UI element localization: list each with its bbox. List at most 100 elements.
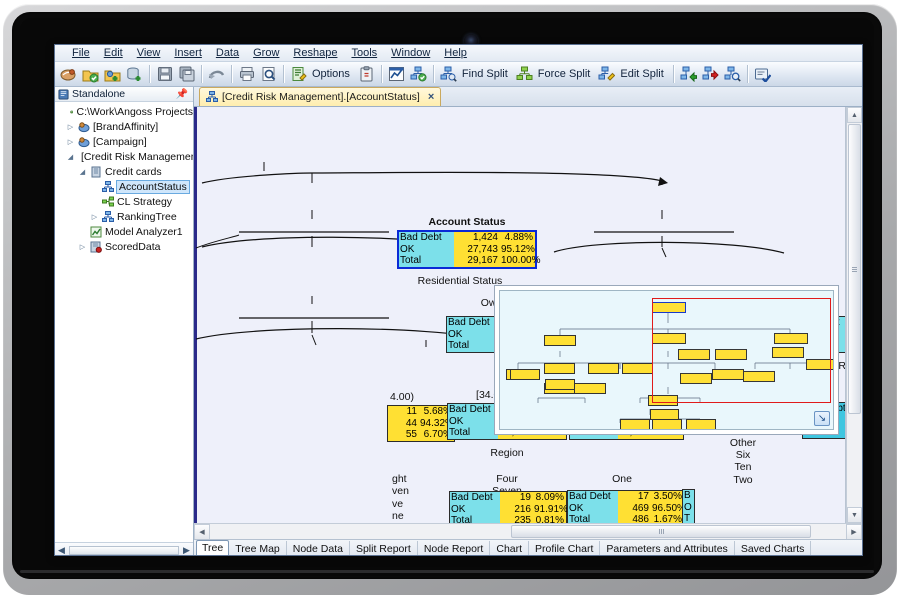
node-row-count: 17 — [618, 491, 652, 503]
tab-split-report[interactable]: Split Report — [350, 541, 418, 557]
menu-reshape-label: Reshape — [293, 47, 337, 59]
twisty-icon[interactable]: ▷ — [66, 138, 75, 146]
scroll-right-icon[interactable]: ▶ — [180, 545, 193, 556]
edit-split-label[interactable]: Edit Split — [618, 68, 668, 80]
sidebar-item-label: AccountStatus — [117, 181, 189, 193]
add-dataset-icon[interactable] — [102, 64, 123, 85]
scroll-left-icon[interactable]: ◀ — [55, 545, 68, 556]
scroll-right-icon[interactable]: ▶ — [846, 524, 862, 540]
print-preview-icon[interactable] — [258, 64, 279, 85]
pin-icon[interactable]: 📌 — [176, 89, 188, 100]
menu-file[interactable]: File — [65, 46, 97, 61]
inspect-node-icon[interactable] — [722, 64, 743, 85]
tab-tree-map[interactable]: Tree Map — [229, 541, 287, 557]
menu-reshape[interactable]: Reshape — [286, 46, 344, 61]
project-explorer: Standalone 📌 C:\Work\Angoss Projects ▷ [… — [55, 87, 194, 556]
close-icon[interactable]: × — [424, 91, 434, 103]
minimap-canvas[interactable]: ↘ — [499, 290, 834, 430]
tree-node-region-one-left[interactable]: Bad Debt173.50% OK46996.50% Total4861.67… — [567, 490, 685, 523]
save-icon[interactable] — [154, 64, 175, 85]
menu-edit[interactable]: Edit — [97, 46, 130, 61]
vscroll-thumb[interactable] — [848, 124, 861, 414]
category-item: Two — [733, 474, 752, 486]
options-label[interactable]: Options — [310, 68, 355, 80]
hscroll-thumb[interactable] — [511, 525, 811, 538]
prune-node-icon[interactable] — [700, 64, 721, 85]
undo-icon[interactable] — [206, 64, 227, 85]
hscroll-space-right[interactable] — [812, 524, 846, 539]
menu-help[interactable]: Help — [437, 46, 474, 61]
menu-window[interactable]: Window — [384, 46, 437, 61]
minimap-node — [622, 363, 653, 374]
tree-canvas[interactable]: Residential Status age Region Region Own… — [194, 107, 846, 523]
menu-data[interactable]: Data — [209, 46, 246, 61]
tree-node-root[interactable]: Bad Debt1,4244.88% OK27,74395.12% Total2… — [397, 230, 537, 269]
tab-chart[interactable]: Chart — [490, 541, 529, 557]
sidebar-scroll-thumb[interactable] — [69, 546, 179, 555]
menu-tools[interactable]: Tools — [344, 46, 384, 61]
sidebar-item-rankingtree[interactable]: ▷ RankingTree — [57, 209, 193, 224]
grow-node-icon[interactable] — [678, 64, 699, 85]
tree-node-edge-right-clipped[interactable]: B O T — [682, 489, 695, 523]
find-split-icon[interactable] — [438, 64, 459, 85]
options-report-icon[interactable] — [288, 64, 309, 85]
find-split-label[interactable]: Find Split — [460, 68, 513, 80]
twisty-icon[interactable]: ▷ — [90, 213, 99, 221]
scroll-down-icon[interactable]: ▼ — [847, 507, 862, 523]
vscroll-track[interactable] — [847, 415, 862, 507]
tab-tree[interactable]: Tree — [196, 540, 229, 556]
twisty-icon[interactable]: ▷ — [78, 243, 87, 251]
twisty-icon[interactable]: ◢ — [66, 153, 75, 161]
sidebar-item-model-analyzer1[interactable]: Model Analyzer1 — [57, 224, 193, 239]
tree-node-age-low-clipped[interactable]: 115.68% 4494.32% 556.70% — [387, 405, 455, 442]
validate-tree-icon[interactable] — [408, 64, 429, 85]
tree-minimap[interactable]: ↘ — [494, 285, 839, 435]
force-split-label[interactable]: Force Split — [536, 68, 596, 80]
open-project-icon[interactable] — [80, 64, 101, 85]
save-all-icon[interactable] — [176, 64, 197, 85]
scroll-left-icon[interactable]: ◀ — [194, 524, 210, 540]
tab-node-report[interactable]: Node Report — [418, 541, 491, 557]
sidebar-item-accountstatus[interactable]: AccountStatus — [57, 179, 193, 194]
force-split-icon[interactable] — [514, 64, 535, 85]
apply-icon[interactable] — [752, 64, 773, 85]
node-row-label: OK — [450, 504, 500, 516]
document-tab-accountstatus[interactable]: [Credit Risk Management].[AccountStatus]… — [199, 87, 441, 106]
node-row-count: 1,424 — [454, 232, 501, 244]
sidebar-item-credit-risk-management[interactable]: ◢ [Credit Risk Management] — [57, 149, 193, 164]
sidebar-item-brandaffinity[interactable]: ▷ [BrandAffinity] — [57, 119, 193, 134]
sidebar-item-credit-cards[interactable]: ◢ Credit cards — [57, 164, 193, 179]
tab-saved-charts[interactable]: Saved Charts — [735, 541, 812, 557]
tab-parameters-and-attributes[interactable]: Parameters and Attributes — [600, 541, 734, 557]
new-project-icon[interactable] — [58, 64, 79, 85]
minimap-viewport[interactable] — [652, 298, 831, 403]
sidebar-item-scoreddata[interactable]: ▷ ScoredData — [57, 239, 193, 254]
twisty-icon[interactable]: ◢ — [78, 168, 87, 176]
expand-arrow-icon[interactable]: ↘ — [814, 411, 830, 426]
tab-profile-chart[interactable]: Profile Chart — [529, 541, 600, 557]
tab-node-data[interactable]: Node Data — [287, 541, 350, 557]
sidebar-item-projects-root[interactable]: C:\Work\Angoss Projects — [57, 104, 193, 119]
minimap-node — [510, 369, 540, 380]
add-database-icon[interactable] — [124, 64, 145, 85]
tree-node-region-four-left[interactable]: Bad Debt198.09% OK21691.91% Total2350.81… — [449, 491, 567, 523]
scroll-up-icon[interactable]: ▲ — [847, 107, 862, 123]
twisty-icon[interactable]: ▷ — [66, 123, 75, 131]
sidebar-hscrollbar[interactable]: ◀ ▶ — [55, 542, 193, 556]
sidebar-item-cl-strategy[interactable]: CL Strategy — [57, 194, 193, 209]
canvas-vscrollbar[interactable]: ▲ ▼ — [846, 107, 862, 523]
hscroll-space-left[interactable] — [210, 524, 510, 539]
canvas-hscrollbar[interactable]: ◀ ▶ — [194, 523, 862, 539]
hscroll-track[interactable] — [210, 524, 846, 539]
menu-insert[interactable]: Insert — [167, 46, 209, 61]
menu-view[interactable]: View — [130, 46, 168, 61]
menu-grow[interactable]: Grow — [246, 46, 286, 61]
node-row-label: Total — [399, 255, 454, 267]
print-icon[interactable] — [236, 64, 257, 85]
model-chart-icon[interactable] — [386, 64, 407, 85]
clipboard-icon[interactable] — [356, 64, 377, 85]
node-row: OK21691.91% — [450, 504, 566, 516]
node-row-label: OK — [448, 416, 498, 428]
edit-split-icon[interactable] — [596, 64, 617, 85]
sidebar-item-campaign[interactable]: ▷ [Campaign] — [57, 134, 193, 149]
